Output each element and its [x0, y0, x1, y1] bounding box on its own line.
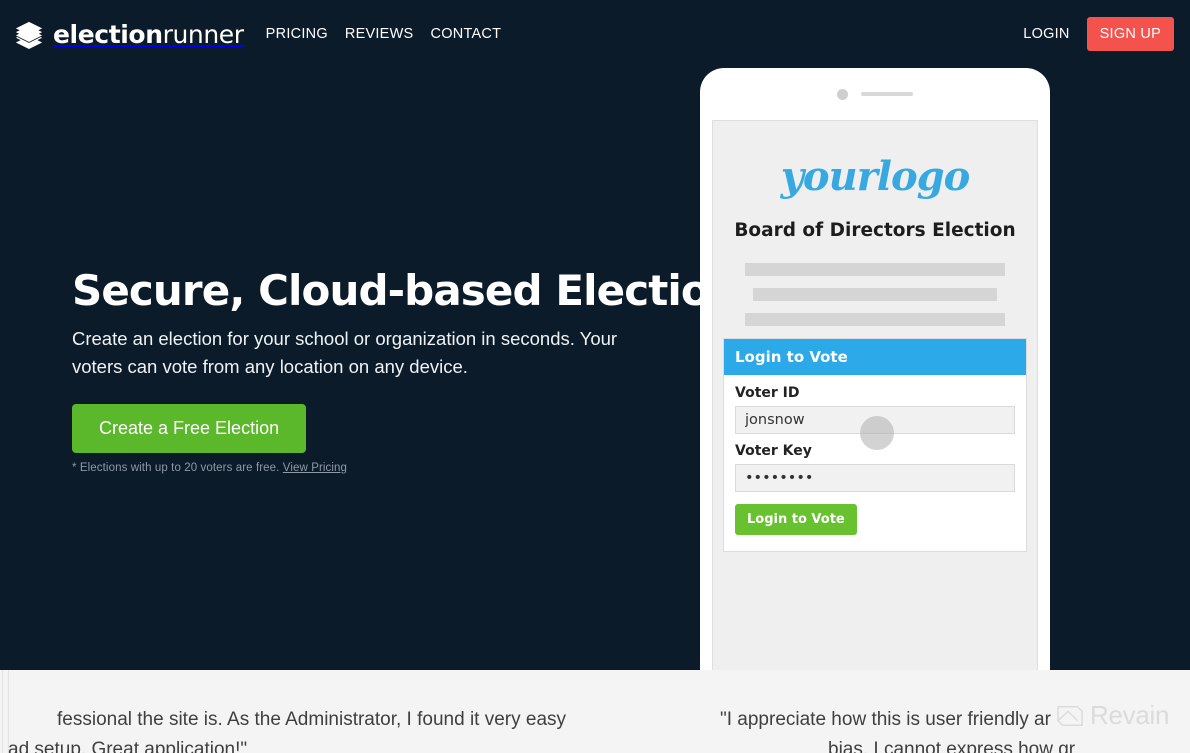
hero-subtitle: Create an election for your school or or… — [72, 328, 618, 377]
sign-up-button[interactable]: SIGN UP — [1086, 17, 1174, 51]
nav-item-pricing[interactable]: PRICING — [266, 26, 328, 42]
phone-screen: yourlogo Board of Directors Election Log… — [712, 120, 1038, 670]
brand-name-light: runner — [162, 19, 244, 49]
hero-section: electionrunner PRICING REVIEWS CONTACT L… — [0, 0, 1190, 670]
create-free-election-button[interactable]: Create a Free Election — [72, 404, 307, 454]
placeholder-bar — [745, 263, 1005, 276]
voter-key-input[interactable] — [735, 464, 1015, 492]
testimonial-left-line-1: fessional the site is. As the Administra… — [57, 709, 567, 730]
login-card-header: Login to Vote — [724, 339, 1026, 375]
ballot-logo-text: yourlogo — [780, 153, 971, 200]
voter-id-input[interactable] — [735, 406, 1015, 434]
section-edge-line — [2, 670, 3, 753]
hero-note-text: * Elections with up to 20 voters are fre… — [72, 462, 280, 475]
login-card-body: Voter ID Voter Key Login to Vote — [724, 375, 1026, 551]
hero-pricing-note: * Elections with up to 20 voters are fre… — [72, 462, 672, 474]
brand-wordmark: electionrunner — [53, 20, 244, 49]
phone-top-bezel — [700, 68, 1050, 120]
election-title: Board of Directors Election — [734, 220, 1016, 241]
main-nav: PRICING REVIEWS CONTACT — [266, 26, 502, 42]
placeholder-bar — [745, 313, 1005, 326]
testimonial-left-line-2: ad setup. Great application!" — [8, 739, 248, 753]
brand-name-bold: election — [53, 19, 163, 49]
testimonial-right-line-1: "I appreciate how this is user friendly … — [720, 709, 1051, 730]
brand-logo[interactable]: electionrunner — [14, 19, 244, 49]
voter-id-label: Voter ID — [735, 385, 800, 401]
login-link[interactable]: LOGIN — [1023, 26, 1069, 42]
nav-item-reviews[interactable]: REVIEWS — [345, 26, 414, 42]
header-actions: LOGIN SIGN UP — [1023, 17, 1174, 51]
page-root: electionrunner PRICING REVIEWS CONTACT L… — [0, 0, 1190, 753]
voter-key-label: Voter Key — [735, 443, 812, 459]
hero-copy: Secure, Cloud-based Elections Create an … — [72, 266, 763, 474]
testimonials-section: fessional the site is. As the Administra… — [0, 670, 1190, 753]
speaker-grill-icon — [861, 92, 913, 96]
stacked-layers-icon — [15, 21, 43, 49]
login-to-vote-button[interactable]: Login to Vote — [735, 504, 857, 535]
nav-item-contact[interactable]: CONTACT — [430, 26, 501, 42]
content-placeholder-bars — [713, 263, 1037, 326]
placeholder-bar — [753, 288, 997, 301]
field-spacer — [735, 434, 1015, 443]
view-pricing-link[interactable]: View Pricing — [283, 462, 347, 474]
login-to-vote-card: Login to Vote Voter ID Voter Key Login t… — [723, 338, 1027, 552]
phone-mockup: yourlogo Board of Directors Election Log… — [700, 68, 1050, 670]
testimonial-right-line-2: bias. I cannot express how gr — [828, 739, 1076, 753]
site-header: electionrunner PRICING REVIEWS CONTACT L… — [0, 0, 1190, 68]
hero-title: Secure, Cloud-based Elections — [72, 266, 763, 315]
camera-dot-icon — [837, 88, 848, 100]
